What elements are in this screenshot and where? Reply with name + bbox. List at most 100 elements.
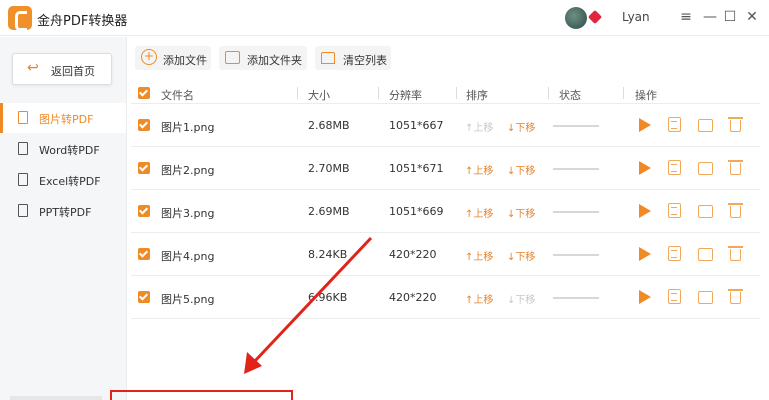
sidebar-item-image-to-pdf[interactable]: 图片转PDF [0,103,126,133]
sidebar-item-label: PPT转PDF [39,206,92,219]
sidebar-item-ppt-to-pdf[interactable]: PPT转PDF [0,196,126,226]
table-header: 文件名 大小 分辨率 排序 状态 操作 [131,82,760,104]
table-row[interactable]: 图片5.png 6.96KB 420*220 ↑上移 ↓下移 [131,276,760,319]
status-progress-bar [553,297,599,299]
file-size: 6.96KB [308,291,348,304]
convert-play-icon[interactable] [636,289,652,305]
document-icon[interactable] [668,246,681,261]
clear-list-button[interactable]: 清空列表 [315,46,391,70]
move-down-label: 下移 [515,252,536,263]
header-sort: 排序 [466,89,488,102]
trash-icon[interactable] [728,203,743,218]
return-icon: ↩ [27,60,39,76]
minimize-button[interactable]: — [701,8,719,26]
home-button[interactable]: ↩ 返回首页 [12,53,112,85]
convert-play-icon[interactable] [636,160,652,176]
move-down-button[interactable]: ↓下移 [507,248,535,263]
clear-list-label: 清空列表 [343,54,387,67]
avatar[interactable] [565,7,587,29]
file-resolution: 1051*671 [389,162,444,175]
file-size: 8.24KB [308,248,348,261]
header-divider [456,87,457,99]
move-up-button[interactable]: ↑上移 [465,291,493,306]
row-checkbox[interactable] [138,119,150,131]
move-up-label: 上移 [473,209,494,220]
folder-icon[interactable] [698,205,713,218]
document-icon[interactable] [668,117,681,132]
header-divider [378,87,379,99]
document-icon [18,111,28,124]
bottom-panel [10,396,102,400]
convert-play-icon[interactable] [636,246,652,262]
table-row[interactable]: 图片2.png 2.70MB 1051*671 ↑上移 ↓下移 [131,147,760,190]
move-down-label: 下移 [515,295,536,306]
folder-icon [225,51,240,64]
status-progress-bar [553,125,599,127]
move-up-button[interactable]: ↑上移 [465,162,493,177]
add-folder-label: 添加文件夹 [247,54,302,67]
file-name: 图片5.png [161,293,215,306]
close-button[interactable]: ✕ [743,8,761,26]
select-all-checkbox[interactable] [138,87,150,99]
title-bar: 金舟PDF转换器 Lyan ≡ — ☐ ✕ [0,0,769,36]
table-row[interactable]: 图片4.png 8.24KB 420*220 ↑上移 ↓下移 [131,233,760,276]
trash-icon[interactable] [728,289,743,304]
maximize-button[interactable]: ☐ [721,8,739,26]
table-row[interactable]: 图片1.png 2.68MB 1051*667 ↑上移 ↓下移 [131,104,760,147]
header-filename: 文件名 [161,89,194,102]
move-down-button[interactable]: ↓下移 [507,119,535,134]
trash-icon[interactable] [728,246,743,261]
home-button-label: 返回首页 [51,65,95,78]
document-icon [18,142,28,155]
row-checkbox[interactable] [138,291,150,303]
sidebar: ↩ 返回首页 图片转PDF Word转PDF Excel转PDF PPT转PDF [0,37,127,400]
trash-icon[interactable] [728,117,743,132]
move-up-button[interactable]: ↑上移 [465,248,493,263]
file-resolution: 1051*669 [389,205,444,218]
move-down-label: 下移 [515,209,536,220]
move-up-button[interactable]: ↑上移 [465,119,493,134]
move-up-label: 上移 [473,166,494,177]
status-progress-bar [553,168,599,170]
app-title: 金舟PDF转换器 [37,14,128,29]
add-folder-button[interactable]: 添加文件夹 [219,46,307,70]
move-down-button[interactable]: ↓下移 [507,205,535,220]
sidebar-item-label: Excel转PDF [39,175,101,188]
folder-icon[interactable] [698,291,713,304]
move-down-button[interactable]: ↓下移 [507,162,535,177]
trash-icon[interactable] [728,160,743,175]
row-checkbox[interactable] [138,205,150,217]
table-row[interactable]: 图片3.png 2.69MB 1051*669 ↑上移 ↓下移 [131,190,760,233]
folder-icon[interactable] [698,119,713,132]
row-checkbox[interactable] [138,162,150,174]
file-size: 2.70MB [308,162,350,175]
move-up-button[interactable]: ↑上移 [465,205,493,220]
convert-play-icon[interactable] [636,117,652,133]
move-down-label: 下移 [515,123,536,134]
move-up-label: 上移 [473,123,494,134]
folder-icon[interactable] [698,162,713,175]
sidebar-item-word-to-pdf[interactable]: Word转PDF [0,134,126,164]
sidebar-item-excel-to-pdf[interactable]: Excel转PDF [0,165,126,195]
move-down-label: 下移 [515,166,536,177]
header-status: 状态 [559,89,581,102]
username[interactable]: Lyan [622,10,650,24]
convert-play-icon[interactable] [636,203,652,219]
add-file-button[interactable]: + 添加文件 [135,46,211,70]
file-resolution: 420*220 [389,248,437,261]
file-name: 图片3.png [161,207,215,220]
row-checkbox[interactable] [138,248,150,260]
sidebar-item-label: 图片转PDF [39,113,94,126]
sidebar-item-label: Word转PDF [39,144,100,157]
move-down-button[interactable]: ↓下移 [507,291,535,306]
document-icon[interactable] [668,203,681,218]
document-icon[interactable] [668,160,681,175]
file-name: 图片4.png [161,250,215,263]
file-name: 图片2.png [161,164,215,177]
menu-button[interactable]: ≡ [677,8,695,26]
file-size: 2.68MB [308,119,350,132]
move-up-label: 上移 [473,295,494,306]
move-up-label: 上移 [473,252,494,263]
document-icon[interactable] [668,289,681,304]
folder-icon[interactable] [698,248,713,261]
